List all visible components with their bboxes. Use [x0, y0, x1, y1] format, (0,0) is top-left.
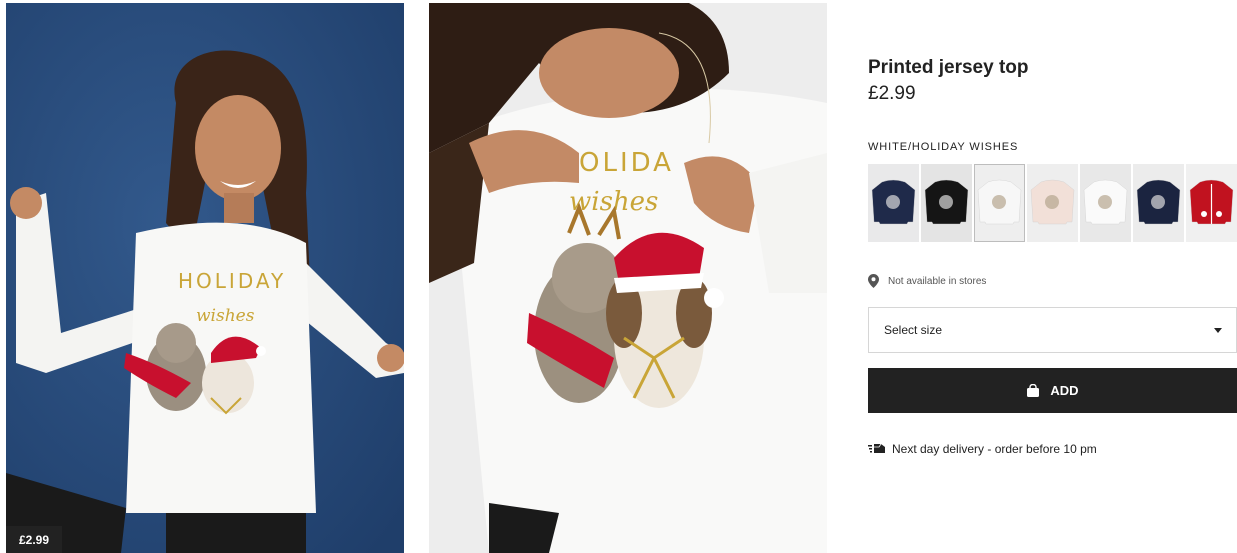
swatch-shirt-image — [1027, 164, 1078, 242]
model-photo-illustration: HOLIDAY wishes — [6, 3, 404, 553]
color-swatches — [868, 164, 1237, 242]
availability-text: Not available in stores — [888, 275, 987, 287]
delivery-info: Next day delivery - order before 10 pm — [868, 442, 1097, 456]
color-swatch-light-pink-print[interactable] — [1027, 164, 1078, 242]
swatch-shirt-image — [974, 164, 1025, 242]
swatch-shirt-image — [1080, 164, 1131, 242]
product-model-photo[interactable]: HOLIDAY wishes £2.99 — [6, 3, 404, 553]
product-price: £2.99 — [868, 83, 916, 104]
swatch-shirt-image — [1133, 164, 1184, 242]
location-pin-icon — [868, 274, 879, 288]
price-badge: £2.99 — [6, 526, 62, 553]
add-to-bag-button[interactable]: ADD — [868, 368, 1237, 413]
delivery-text: Next day delivery - order before 10 pm — [892, 442, 1097, 456]
color-swatch-red-cardigan[interactable] — [1186, 164, 1237, 242]
color-swatch-navy-print[interactable] — [868, 164, 919, 242]
chevron-down-icon — [1214, 327, 1222, 333]
closeup-photo-illustration: OLIDA wishes — [429, 3, 827, 553]
size-select-label: Select size — [884, 323, 943, 337]
swatch-shirt-image — [921, 164, 972, 242]
color-swatch-black-skeleton[interactable] — [921, 164, 972, 242]
size-select[interactable]: Select size — [868, 307, 1237, 353]
store-availability: Not available in stores — [868, 274, 986, 288]
color-swatch-white-print[interactable] — [974, 164, 1025, 242]
color-swatch-dark-navy-print[interactable] — [1133, 164, 1184, 242]
delivery-truck-icon — [868, 443, 885, 453]
svg-text:HOLIDAY: HOLIDAY — [178, 269, 286, 293]
swatch-shirt-image — [868, 164, 919, 242]
add-button-label: ADD — [1050, 383, 1079, 398]
color-swatch-white-animals[interactable] — [1080, 164, 1131, 242]
svg-text:wishes: wishes — [196, 306, 255, 326]
product-closeup-photo[interactable]: OLIDA wishes — [429, 3, 827, 553]
product-title: Printed jersey top — [868, 57, 1029, 78]
selected-color-name: WHITE/HOLIDAY WISHES — [868, 141, 1019, 153]
swatch-shirt-image — [1186, 164, 1237, 242]
svg-text:OLIDA: OLIDA — [579, 148, 674, 178]
shopping-bag-icon — [1027, 384, 1040, 397]
product-details: Printed jersey top £2.99 WHITE/HOLIDAY W… — [868, 0, 1237, 553]
